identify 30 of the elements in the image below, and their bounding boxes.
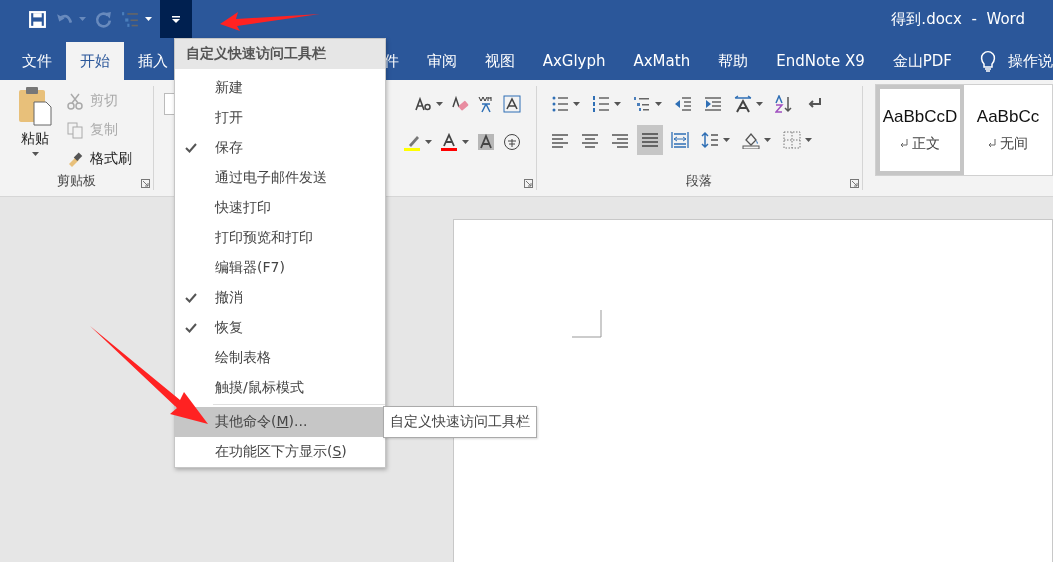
ribbon-tab[interactable]: AxGlyph (528, 42, 620, 80)
menu-item[interactable]: 恢复 (175, 313, 385, 343)
group-label: 段落 (685, 172, 714, 190)
ribbon-tab[interactable]: EndNote X9 (762, 42, 879, 80)
ribbon-tab[interactable]: 文件 (8, 42, 66, 80)
ribbon-tab[interactable]: 审阅 (412, 42, 471, 80)
tooltip: 自定义快速访问工具栏 (383, 406, 537, 438)
menu-item[interactable]: 触摸/鼠标模式 (175, 373, 385, 403)
menu-item[interactable]: 其他命令(M)... (175, 407, 385, 437)
menu-header: 自定义快速访问工具栏 (175, 39, 385, 69)
ribbon-tab[interactable]: 视图 (470, 42, 529, 80)
menu-item[interactable]: 打印预览和打印 (175, 223, 385, 253)
window-title: 得到.docx - Word (891, 9, 1025, 29)
tell-me-field[interactable]: 操作说 (1008, 51, 1053, 71)
menu-item[interactable]: 在功能区下方显示(S) (175, 437, 385, 467)
style-card[interactable]: AaBbCcD 正文 (876, 85, 964, 175)
paste-button[interactable]: 粘贴 (12, 86, 58, 172)
menu-item[interactable]: 打开 (175, 103, 385, 133)
group-label: 剪贴板 (55, 172, 97, 190)
menu-item[interactable]: 快速打印 (175, 193, 385, 223)
ribbon-tab[interactable]: AxMath (619, 42, 705, 80)
ribbon-tab[interactable]: 开始 (66, 42, 124, 80)
ribbon-button[interactable]: 格式刷 (64, 146, 134, 171)
menu-item[interactable]: 通过电子邮件发送 (175, 163, 385, 193)
menu-item[interactable]: 保存 (175, 133, 385, 163)
menu-item[interactable]: 绘制表格 (175, 343, 385, 373)
menu-item[interactable]: 撤消 (175, 283, 385, 313)
ribbon-tab[interactable]: 帮助 (704, 42, 763, 80)
menu-item[interactable]: 编辑器(F7) (175, 253, 385, 283)
ribbon-tab[interactable]: 金山PDF (878, 42, 966, 80)
